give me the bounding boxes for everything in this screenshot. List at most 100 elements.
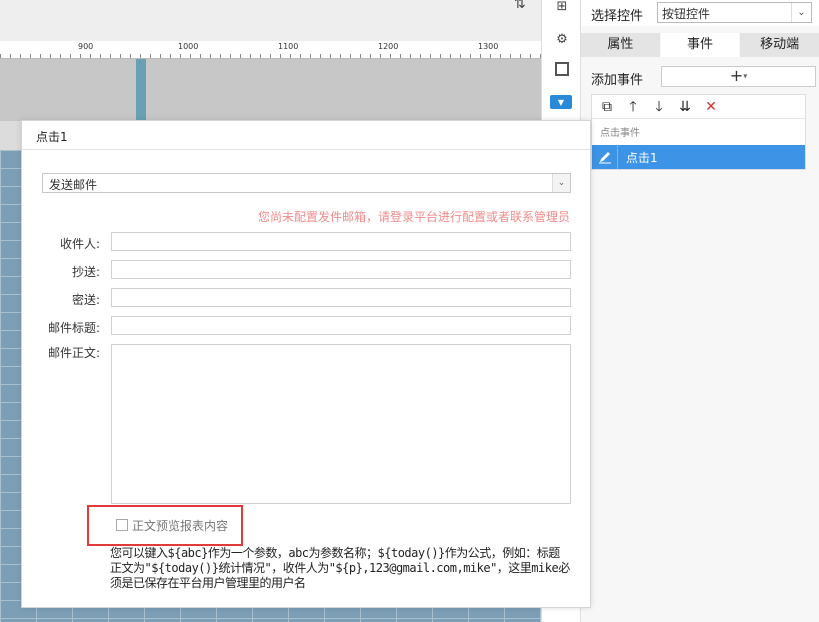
ruler-tick [170, 54, 171, 58]
add-event-button[interactable]: +▾ [661, 66, 816, 87]
plus-icon: + [729, 66, 744, 85]
ruler-tick [70, 54, 71, 58]
ruler-tick [40, 54, 41, 58]
right-panel: 选择控件 按钮控件 ⌄ 属性 事件 移动端 添加事件 +▾ ⧉ 🡑 🡓 ⇊ ✕ … [580, 0, 819, 622]
ruler-label: 1100 [278, 42, 299, 51]
cursor-arrow-icon: ⇅ [514, 0, 526, 12]
control-select-value: 按钮控件 [662, 7, 711, 21]
ruler-tick [130, 54, 131, 58]
ruler-tick [180, 54, 181, 58]
ruler-tick [250, 54, 251, 58]
ruler-tick [500, 54, 501, 58]
ruler-tick [410, 54, 411, 58]
ruler-tick [240, 54, 241, 58]
move-bottom-icon[interactable]: ⇊ [676, 98, 694, 116]
copy-icon[interactable]: ⧉ [598, 98, 616, 116]
ruler-tick [190, 54, 191, 58]
edit-icon[interactable] [592, 145, 618, 169]
caret-down-icon: ▾ [743, 71, 748, 81]
ruler-tick [220, 54, 221, 58]
ruler-tick [330, 54, 331, 58]
ruler-tick [290, 54, 291, 58]
event-item[interactable]: 点击1 [592, 145, 805, 169]
ruler-tick [20, 54, 21, 58]
widget-settings-icon[interactable]: ⚙ [552, 29, 572, 49]
ruler-tick [80, 54, 81, 58]
cc-label: 抄送: [71, 265, 100, 279]
ruler-tick [200, 54, 201, 58]
panel-tabs: 属性 事件 移动端 [581, 33, 819, 57]
cc-input[interactable] [111, 260, 571, 279]
ruler-tick [110, 54, 111, 58]
ruler-tick [60, 54, 61, 58]
parameter-hint: 您可以键入${abc}作为一个参数，abc为参数名称；${today()}作为公… [110, 546, 570, 590]
ruler-tick [210, 54, 211, 58]
control-select[interactable]: 按钮控件 ⌄ [657, 2, 812, 23]
ruler-tick [360, 54, 361, 58]
ruler-tick [470, 54, 471, 58]
canvas-band [0, 59, 541, 121]
ruler-tick [120, 54, 121, 58]
action-type-value: 发送邮件 [49, 178, 98, 192]
ruler-tick [340, 54, 341, 58]
add-event-row: 添加事件 +▾ [581, 64, 819, 90]
ruler-tick [260, 54, 261, 58]
delete-icon[interactable]: ✕ [702, 98, 720, 116]
ruler-label: 1300 [478, 42, 499, 51]
ruler-tick [510, 54, 511, 58]
event-toolbar: ⧉ 🡑 🡓 ⇊ ✕ [592, 95, 805, 119]
bcc-input[interactable] [111, 288, 571, 307]
subject-label: 邮件标题: [47, 321, 100, 335]
action-type-select[interactable]: 发送邮件 ⌄ [42, 173, 571, 193]
event-list-header: 点击事件 [600, 128, 640, 139]
preview-label[interactable]: 正文预览报表内容 [132, 517, 228, 534]
ruler-tick [450, 54, 451, 58]
tab-mobile[interactable]: 移动端 [740, 33, 819, 57]
event-item-label: 点击1 [626, 151, 658, 165]
dialog-title-bar: 点击1 [22, 121, 590, 150]
tab-properties[interactable]: 属性 [581, 33, 661, 57]
ruler-label: 900 [78, 42, 94, 51]
ruler-tick [350, 54, 351, 58]
ruler-label: 1200 [378, 42, 399, 51]
move-down-icon[interactable]: 🡓 [650, 98, 668, 116]
canvas-top-area [0, 0, 541, 41]
control-select-row: 选择控件 按钮控件 ⌄ [581, 0, 819, 26]
ruler-tick [270, 54, 271, 58]
frame-icon[interactable] [555, 62, 569, 76]
ruler-tick [140, 54, 141, 58]
horizontal-ruler: 900 1000 1100 1200 1300 [0, 41, 541, 59]
dialog-title: 点击1 [36, 130, 68, 144]
ruler-tick [300, 54, 301, 58]
ruler-tick [460, 54, 461, 58]
dropdown-widget-icon[interactable]: ▼ [550, 95, 572, 109]
layout-icon[interactable]: ⊞ [552, 0, 572, 16]
chevron-down-icon[interactable]: ⌄ [552, 174, 570, 192]
preview-checkbox[interactable] [116, 519, 128, 531]
move-up-icon[interactable]: 🡑 [624, 98, 642, 116]
ruler-tick [370, 54, 371, 58]
event-dialog: 点击1 发送邮件 ⌄ 您尚未配置发件邮箱，请登录平台进行配置或者联系管理员 收件… [21, 120, 591, 608]
ruler-tick [440, 54, 441, 58]
ruler-tick [100, 54, 101, 58]
body-textarea[interactable] [111, 344, 571, 504]
ruler-tick [520, 54, 521, 58]
tab-events[interactable]: 事件 [660, 33, 741, 57]
ruler-tick [490, 54, 491, 58]
ruler-tick [10, 54, 11, 58]
column-marker[interactable] [136, 59, 146, 121]
ruler-tick [390, 54, 391, 58]
event-list-panel: ⧉ 🡑 🡓 ⇊ ✕ 点击事件 点击1 [591, 94, 806, 170]
subject-input[interactable] [111, 316, 571, 335]
ruler-tick [530, 54, 531, 58]
ruler-tick [230, 54, 231, 58]
recipient-input[interactable] [111, 232, 571, 251]
ruler-tick [50, 54, 51, 58]
ruler-tick [480, 54, 481, 58]
ruler-tick [430, 54, 431, 58]
chevron-down-icon[interactable]: ⌄ [791, 3, 811, 22]
ruler-tick [420, 54, 421, 58]
ruler-tick [310, 54, 311, 58]
control-select-label: 选择控件 [591, 9, 644, 24]
ruler-tick [280, 54, 281, 58]
